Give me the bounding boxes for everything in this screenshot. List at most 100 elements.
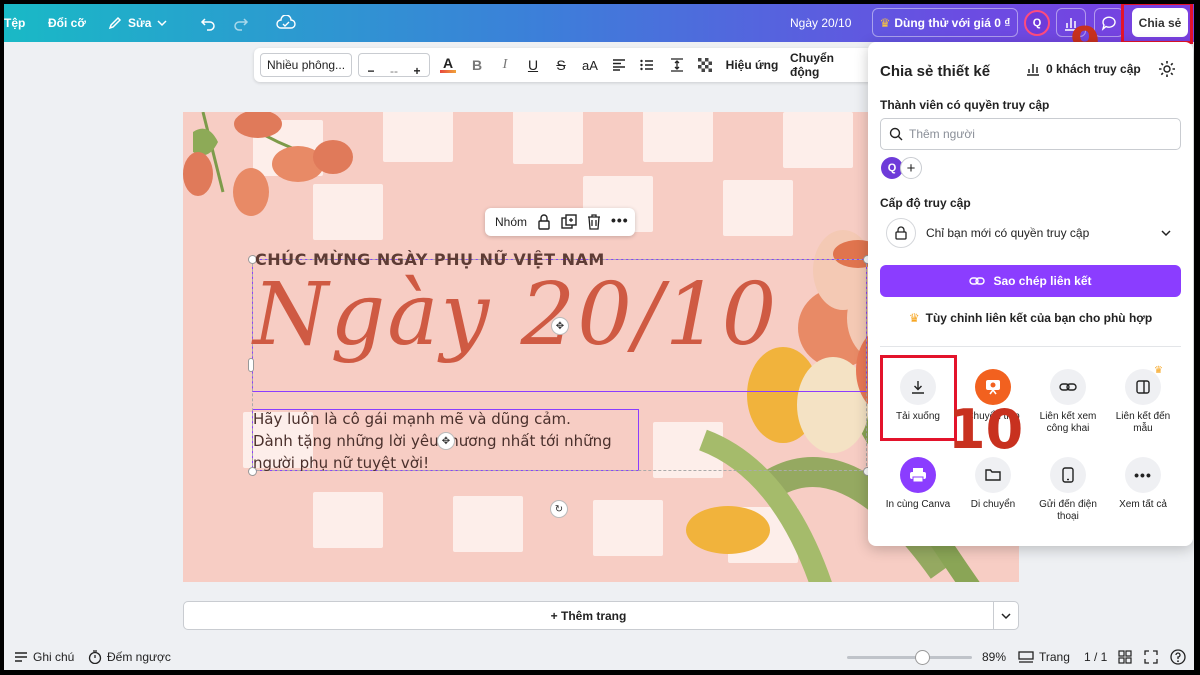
move-handle-icon[interactable]: ✥ bbox=[551, 317, 569, 335]
add-people-field[interactable] bbox=[880, 118, 1181, 150]
customize-link-label: Tùy chỉnh liên kết của bạn cho phù hợp bbox=[925, 311, 1153, 325]
timer-label: Đếm ngược bbox=[107, 650, 171, 664]
crown-icon: ♛ bbox=[908, 311, 920, 325]
link-icon bbox=[1050, 369, 1086, 405]
undo-icon[interactable] bbox=[196, 4, 220, 42]
redo-icon[interactable] bbox=[229, 4, 253, 42]
timer-button[interactable]: Đếm ngược bbox=[88, 644, 171, 670]
template-link-icon: ♛ bbox=[1125, 365, 1163, 405]
duplicate-icon[interactable] bbox=[561, 214, 577, 230]
transparency-icon[interactable] bbox=[694, 48, 716, 82]
design-title[interactable]: Ngày 20/10 bbox=[790, 4, 851, 42]
add-member-button[interactable]: + bbox=[900, 157, 922, 179]
option-label: Di chuyển bbox=[970, 499, 1016, 510]
top-bar: Tệp Đổi cỡ Sửa Ngày 20/10 ♛ Dùng thử với… bbox=[4, 4, 1194, 42]
share-panel-title: Chia sẻ thiết kế bbox=[880, 63, 991, 80]
underline-icon[interactable]: U bbox=[522, 48, 544, 82]
italic-icon[interactable]: I bbox=[494, 48, 516, 82]
user-avatar[interactable]: Q bbox=[1024, 10, 1050, 36]
more-options-icon[interactable]: ••• bbox=[611, 212, 629, 228]
zoom-slider[interactable] bbox=[847, 650, 972, 665]
notes-icon bbox=[15, 652, 27, 662]
edit-menu[interactable]: Sửa bbox=[108, 4, 167, 42]
text-toolbar: Nhiều phông... − -- + A B I U S aA Hiệu … bbox=[254, 48, 874, 82]
font-size-stepper: − -- + bbox=[358, 53, 430, 78]
text-color-button[interactable]: A bbox=[436, 48, 460, 82]
option-label: Liên kết xem công khai bbox=[1039, 411, 1097, 434]
gear-icon[interactable] bbox=[1158, 60, 1176, 78]
move-option[interactable]: Di chuyển bbox=[957, 457, 1029, 511]
spacing-icon[interactable] bbox=[666, 48, 688, 82]
trash-icon[interactable] bbox=[587, 214, 601, 230]
visitor-count[interactable]: 0 khách truy cập bbox=[1026, 62, 1141, 76]
bold-icon[interactable]: B bbox=[466, 48, 488, 82]
see-all-option[interactable]: ••• Xem tất cả bbox=[1107, 457, 1179, 511]
size-value[interactable]: -- bbox=[383, 54, 405, 88]
send-to-phone-option[interactable]: Gửi đến điện thoại bbox=[1032, 457, 1104, 523]
text-color-icon: A bbox=[442, 55, 454, 71]
text-case-button[interactable]: aA bbox=[578, 48, 602, 82]
body-line: Hãy luôn là cô gái mạnh mẽ và dũng cảm. bbox=[253, 410, 571, 428]
members-label: Thành viên có quyền truy cập bbox=[880, 98, 1050, 112]
resize-menu[interactable]: Đổi cỡ bbox=[48, 4, 86, 42]
add-page-dropdown[interactable] bbox=[993, 601, 1019, 630]
align-left-icon[interactable] bbox=[608, 48, 630, 82]
list-icon[interactable] bbox=[636, 48, 658, 82]
tulip-illustration-top-left bbox=[183, 112, 353, 216]
lock-icon[interactable] bbox=[537, 214, 551, 230]
folder-icon bbox=[975, 457, 1011, 493]
bg-pattern-square bbox=[453, 496, 523, 552]
template-link-option[interactable]: ♛ Liên kết đến mẫu bbox=[1107, 365, 1179, 435]
option-label: Liên kết đến mẫu bbox=[1115, 411, 1171, 434]
chevron-down-icon bbox=[1001, 612, 1011, 619]
lock-icon bbox=[886, 218, 916, 248]
print-option[interactable]: In cùng Canva bbox=[882, 457, 954, 511]
rotate-handle-icon[interactable]: ↻ bbox=[550, 500, 568, 518]
app-window: Tệp Đổi cỡ Sửa Ngày 20/10 ♛ Dùng thử với… bbox=[4, 4, 1194, 670]
chevron-down-icon bbox=[157, 20, 167, 27]
animate-button[interactable]: Chuyển động bbox=[790, 48, 866, 82]
effects-button[interactable]: Hiệu ứng bbox=[724, 48, 780, 82]
grid-view-icon[interactable] bbox=[1118, 644, 1132, 670]
option-label: Xem tất cả bbox=[1119, 499, 1167, 510]
edit-label: Sửa bbox=[128, 16, 152, 30]
access-level-dropdown[interactable]: Chỉ bạn mới có quyền truy cập bbox=[880, 216, 1181, 250]
bg-pattern-square bbox=[643, 112, 713, 162]
trial-button[interactable]: ♛ Dùng thử với giá 0 ₫ bbox=[872, 8, 1018, 37]
file-menu[interactable]: Tệp bbox=[4, 4, 25, 42]
add-page-button[interactable]: + Thêm trang bbox=[183, 601, 994, 630]
cloud-saved-icon[interactable] bbox=[274, 4, 298, 42]
notes-button[interactable]: Ghi chú bbox=[14, 644, 74, 670]
bar-chart-icon bbox=[1027, 64, 1039, 76]
copy-link-button[interactable]: Sao chép liên kết bbox=[880, 265, 1181, 297]
move-handle-icon[interactable]: ✥ bbox=[437, 432, 455, 450]
help-icon[interactable] bbox=[1170, 644, 1186, 670]
zoom-slider-knob[interactable] bbox=[914, 650, 930, 665]
strikethrough-icon[interactable]: S bbox=[550, 48, 572, 82]
divider bbox=[880, 346, 1181, 347]
bg-pattern-square bbox=[783, 112, 853, 168]
link-icon bbox=[969, 277, 986, 285]
trial-label: Dùng thử với giá 0 ₫ bbox=[894, 15, 1011, 30]
option-label: In cùng Canva bbox=[885, 499, 951, 510]
size-minus-button[interactable]: − bbox=[363, 54, 379, 88]
public-view-link-option[interactable]: Liên kết xem công khai bbox=[1032, 369, 1104, 435]
pages-icon bbox=[1018, 651, 1034, 663]
fullscreen-icon[interactable] bbox=[1144, 644, 1158, 670]
bottom-bar: Ghi chú Đếm ngược 89% Trang 1 / 1 bbox=[4, 644, 1194, 670]
crown-icon: ♛ bbox=[879, 15, 891, 30]
group-label[interactable]: Nhóm bbox=[495, 215, 527, 229]
zoom-value[interactable]: 89% bbox=[982, 644, 1006, 670]
font-selector[interactable]: Nhiều phông... bbox=[260, 53, 352, 77]
highlight-share-box bbox=[1121, 4, 1193, 44]
share-panel: Chia sẻ thiết kế 0 khách truy cập Thành … bbox=[868, 42, 1193, 546]
pencil-icon bbox=[108, 16, 122, 30]
add-people-input[interactable] bbox=[909, 127, 1169, 141]
pages-button[interactable]: Trang bbox=[1018, 644, 1070, 670]
script-title-text[interactable]: Ngày 20/10 bbox=[253, 272, 778, 358]
customize-link-button[interactable]: ♛ Tùy chỉnh liên kết của bạn cho phù hợp bbox=[880, 308, 1181, 328]
copy-link-label: Sao chép liên kết bbox=[993, 274, 1092, 288]
size-plus-button[interactable]: + bbox=[409, 54, 425, 88]
step-10-label: 10 bbox=[948, 398, 1024, 461]
pages-label: Trang bbox=[1039, 650, 1070, 664]
